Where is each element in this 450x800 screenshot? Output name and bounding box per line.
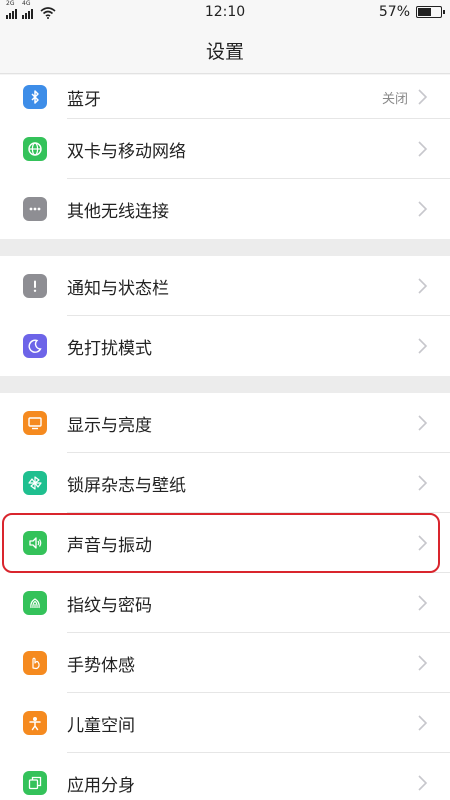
header: 设置: [0, 24, 450, 74]
settings-row-globe[interactable]: 双卡与移动网络: [0, 119, 450, 179]
hand-icon: [23, 651, 47, 675]
settings-row-more[interactable]: 其他无线连接: [0, 179, 450, 239]
settings-group: 显示与亮度 锁屏杂志与壁纸 声音与振动 指纹与密码 手势体感 儿童空间 应用分身: [0, 393, 450, 800]
section-divider: [0, 376, 450, 393]
settings-group: 通知与状态栏 免打扰模式: [0, 256, 450, 376]
chevron-right-icon: [418, 715, 428, 731]
status-bar: 2G 4G 12:10 57%: [0, 0, 450, 24]
chevron-right-icon: [418, 595, 428, 611]
chevron-right-icon: [418, 89, 428, 105]
more-icon: [23, 197, 47, 221]
pinwheel-icon: [23, 471, 47, 495]
bluetooth-icon: [23, 85, 47, 109]
chevron-right-icon: [418, 338, 428, 354]
settings-row-label: 应用分身: [67, 775, 135, 796]
chevron-right-icon: [418, 655, 428, 671]
settings-row-moon[interactable]: 免打扰模式: [0, 316, 450, 376]
child-icon: [23, 711, 47, 735]
settings-row-app-clone[interactable]: 应用分身: [0, 753, 450, 800]
settings-row-label: 双卡与移动网络: [67, 141, 186, 162]
globe-icon: [23, 137, 47, 161]
exclamation-icon: [23, 274, 47, 298]
chevron-right-icon: [418, 475, 428, 491]
settings-row-exclamation[interactable]: 通知与状态栏: [0, 256, 450, 316]
battery-percentage: 57%: [378, 4, 410, 20]
settings-row-label: 手势体感: [67, 655, 135, 676]
settings-row-label: 蓝牙: [67, 89, 101, 110]
settings-group: 蓝牙 关闭双卡与移动网络 其他无线连接: [0, 75, 450, 239]
chevron-right-icon: [418, 278, 428, 294]
settings-row-label: 免打扰模式: [67, 338, 152, 359]
settings-row-label: 其他无线连接: [67, 201, 169, 222]
settings-row-fingerprint[interactable]: 指纹与密码: [0, 573, 450, 633]
battery-icon: [416, 6, 445, 18]
highlight-annotation: [2, 513, 440, 573]
battery-status: 57%: [378, 4, 445, 20]
display-icon: [23, 411, 47, 435]
fingerprint-icon: [23, 591, 47, 615]
settings-row-hand[interactable]: 手势体感: [0, 633, 450, 693]
settings-row-label: 显示与亮度: [67, 415, 152, 436]
chevron-right-icon: [418, 141, 428, 157]
settings-row-bluetooth[interactable]: 蓝牙 关闭: [0, 75, 450, 119]
chevron-right-icon: [418, 415, 428, 431]
settings-row-label: 锁屏杂志与壁纸: [67, 475, 186, 496]
settings-row-display[interactable]: 显示与亮度: [0, 393, 450, 453]
section-divider: [0, 239, 450, 256]
settings-row-child[interactable]: 儿童空间: [0, 693, 450, 753]
chevron-right-icon: [418, 775, 428, 791]
settings-row-pinwheel[interactable]: 锁屏杂志与壁纸: [0, 453, 450, 513]
settings-list: 蓝牙 关闭 双卡与移动网络 其他无线连接 通知与状态栏 免打扰模式 显示与亮度 锁屏杂志与壁纸…: [0, 75, 450, 800]
app-clone-icon: [23, 771, 47, 795]
moon-icon: [23, 334, 47, 358]
page-title: 设置: [205, 41, 244, 63]
chevron-right-icon: [418, 201, 428, 217]
settings-row-value: 关闭: [381, 91, 408, 107]
settings-row-label: 儿童空间: [67, 715, 135, 736]
settings-row-label: 指纹与密码: [67, 595, 152, 616]
settings-row-label: 通知与状态栏: [67, 278, 169, 299]
